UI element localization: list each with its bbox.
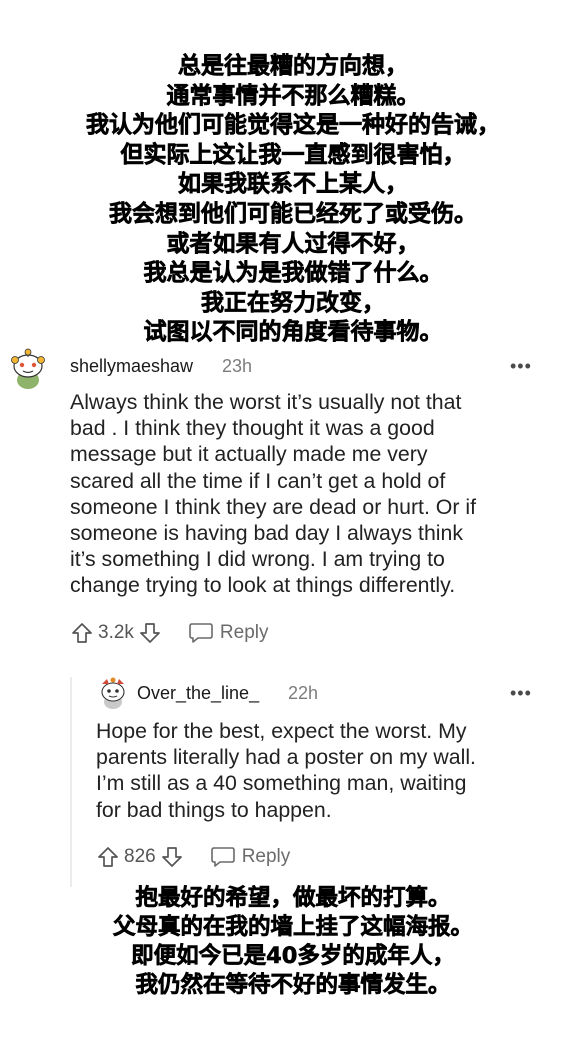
caption-top: 总是往最糟的方向想， 通常事情并不那么糟糕。 我认为他们可能觉得这是一种好的告诫…: [0, 52, 586, 348]
upvote-icon[interactable]: [96, 845, 120, 869]
comment-body-line: message but it actually made me very: [70, 442, 428, 467]
comment-timestamp: 23h: [222, 356, 253, 376]
comment-body-line: scared all the time if I can’t get a hol…: [70, 468, 446, 493]
caption-line: 如果我联系不上某人，: [178, 171, 409, 198]
caption-bottom: 抱最好的希望，做最坏的打算。 父母真的在我的墙上挂了这幅海报。 即便如今已是40…: [0, 884, 586, 1000]
downvote-icon[interactable]: [138, 621, 162, 645]
comment-body-line: someone I think they are dead or hurt. O…: [70, 494, 477, 519]
vote-count: 826: [124, 846, 156, 867]
caption-line: 试图以不同的角度看待事物。: [143, 319, 443, 346]
snoo-avatar-icon[interactable]: [97, 676, 129, 710]
comment-body-line: Hope for the best, expect the worst. My: [96, 719, 467, 743]
reply-button[interactable]: Reply: [188, 621, 269, 645]
downvote-icon[interactable]: [160, 845, 184, 869]
caption-line: 通常事情并不那么糟糕。: [166, 82, 420, 109]
comment-body-line: for bad things to happen.: [96, 797, 332, 822]
reply-bubble-icon: [188, 621, 214, 645]
comment-timestamp: 22h: [288, 683, 319, 703]
snoo-avatar-icon[interactable]: [8, 346, 48, 389]
comment-body-line: parents literally had a poster on my wal…: [96, 745, 476, 770]
caption-line: 即便如今已是40多岁的成年人，: [131, 943, 455, 970]
comment-body-line: it’s something I did wrong. I am trying …: [70, 547, 445, 572]
caption-line: 我仍然在等待不好的事情发生。: [135, 972, 451, 999]
reply-button[interactable]: Reply: [210, 845, 291, 869]
comment-body: Always think the worst it’s usually not …: [70, 389, 476, 599]
more-options-icon[interactable]: •••: [510, 683, 532, 704]
comment-body-line: Always think the worst it’s usually not …: [70, 390, 462, 414]
comment-actions: 3.2k Reply: [70, 618, 269, 648]
reply-bubble-icon: [210, 845, 236, 869]
caption-line: 我认为他们可能觉得这是一种好的告诫，: [86, 112, 501, 139]
vote-count: 3.2k: [98, 622, 134, 643]
more-options-icon[interactable]: •••: [510, 356, 532, 377]
caption-line: 但实际上这让我一直感到很害怕，: [120, 141, 466, 168]
caption-line: 父母真的在我的墙上挂了这幅海报。: [112, 914, 474, 941]
caption-line: 我正在努力改变，: [201, 289, 386, 316]
comment-body-line: someone is having bad day I always think: [70, 521, 464, 546]
comment-body: Hope for the best, expect the worst. My …: [96, 718, 476, 823]
caption-line: 我会想到他们可能已经死了或受伤。: [109, 200, 478, 228]
comment-username[interactable]: Over_the_line_: [137, 683, 259, 704]
comment-username[interactable]: shellymaeshaw: [70, 356, 193, 377]
reply-label: Reply: [219, 622, 269, 643]
caption-line: 我总是认为是我做错了什么。: [143, 260, 443, 287]
comment-body-line: I’m still as a 40 something man, waiting: [96, 771, 467, 796]
comment-actions: 826 Reply: [96, 842, 290, 872]
caption-line: 或者如果有人过得不好，: [166, 230, 420, 257]
reply-label: Reply: [241, 846, 291, 867]
comment-body-line: change trying to look at things differen…: [70, 573, 456, 598]
caption-line: 抱最好的希望，做最坏的打算。: [135, 885, 451, 912]
thread-line: [70, 677, 72, 887]
comment-body-line: bad . I think they thought it was a good: [70, 416, 435, 441]
upvote-icon[interactable]: [70, 621, 94, 645]
caption-line: 总是往最糟的方向想，: [178, 53, 409, 80]
